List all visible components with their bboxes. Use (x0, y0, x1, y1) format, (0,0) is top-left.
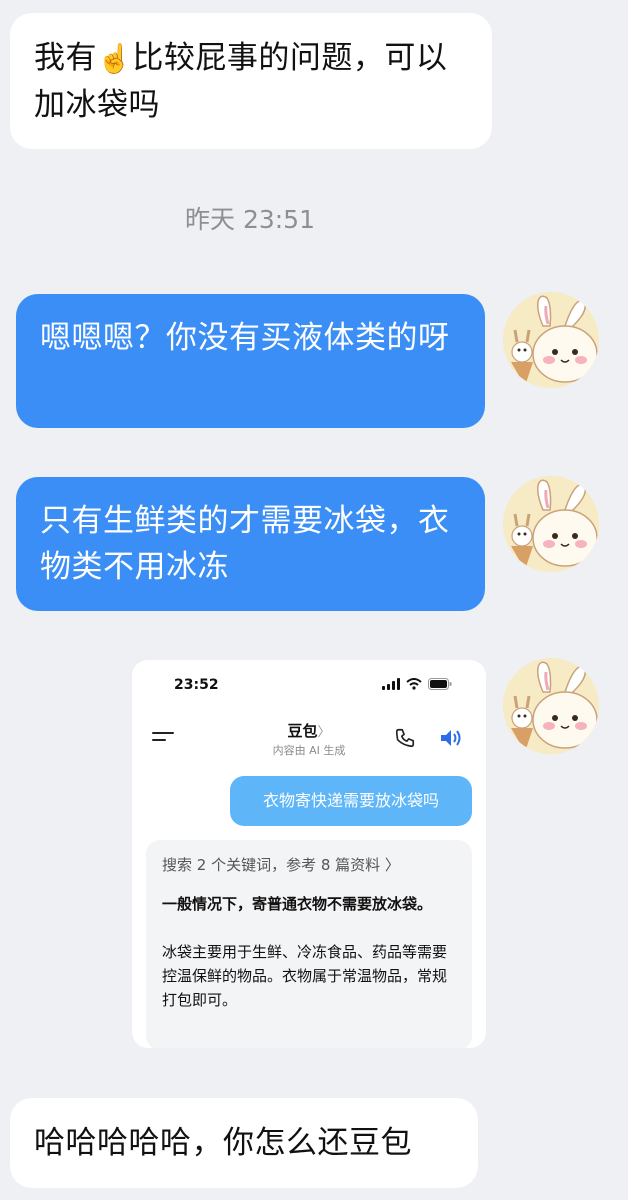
message-bubble-1[interactable]: 我有☝️比较屁事的问题，可以加冰袋吗 (10, 13, 492, 149)
avatar-bunny[interactable] (503, 292, 599, 388)
ai-disclaimer: 内容由 AI 生成 (272, 744, 346, 757)
message-bubble-3[interactable]: 只有生鲜类的才需要冰袋，衣物类不用冰冻 (16, 477, 485, 611)
status-icons (382, 678, 452, 690)
status-time: 23:52 (174, 677, 219, 693)
message-bubble-2[interactable]: 嗯嗯嗯？你没有买液体类的呀 (16, 294, 485, 428)
answer-card: 搜索 2 个关键词，参考 8 篇资料 〉 一般情况下，寄普通衣物不需要放冰袋。 … (146, 840, 472, 1048)
wifi-icon (406, 678, 422, 690)
embedded-screenshot[interactable]: 23:52 豆包〉 内容由 AI 生成 衣物寄快递需要放冰袋吗 搜索 2 个关键… (132, 660, 486, 1048)
answer-headline: 一般情况下，寄普通衣物不需要放冰袋。 (162, 895, 433, 913)
phone-icon[interactable] (394, 727, 416, 753)
message-text-4: 哈哈哈哈哈，你怎么还豆包 (34, 1125, 412, 1161)
battery-icon (428, 678, 452, 690)
bunny-icon (503, 476, 599, 572)
avatar-bunny[interactable] (503, 658, 599, 754)
pointing-up-emoji: ☝️ (97, 42, 133, 75)
chevron-right-icon: 〉 (317, 725, 331, 740)
bunny-icon (503, 658, 599, 754)
answer-body: 冰袋主要用于生鲜、冷冻食品、药品等需要控温保鲜的物品。衣物属于常温物品，常规打包… (162, 943, 448, 1009)
avatar-bunny[interactable] (503, 476, 599, 572)
chat-title[interactable]: 豆包〉 (132, 720, 486, 741)
bunny-icon (503, 292, 599, 388)
message-text-2: 嗯嗯嗯？你没有买液体类的呀 (40, 320, 450, 356)
signal-icon (382, 678, 400, 690)
message-bubble-4[interactable]: 哈哈哈哈哈，你怎么还豆包 (10, 1098, 478, 1188)
search-summary[interactable]: 搜索 2 个关键词，参考 8 篇资料 〉 (162, 854, 400, 875)
message-text-1: 我有☝️比较屁事的问题，可以加冰袋吗 (34, 40, 448, 123)
timestamp: 昨天 23:51 (185, 205, 315, 234)
speaker-icon[interactable] (438, 727, 464, 753)
user-question-bubble: 衣物寄快递需要放冰袋吗 (230, 776, 472, 826)
message-text-3: 只有生鲜类的才需要冰袋，衣物类不用冰冻 (40, 503, 450, 585)
